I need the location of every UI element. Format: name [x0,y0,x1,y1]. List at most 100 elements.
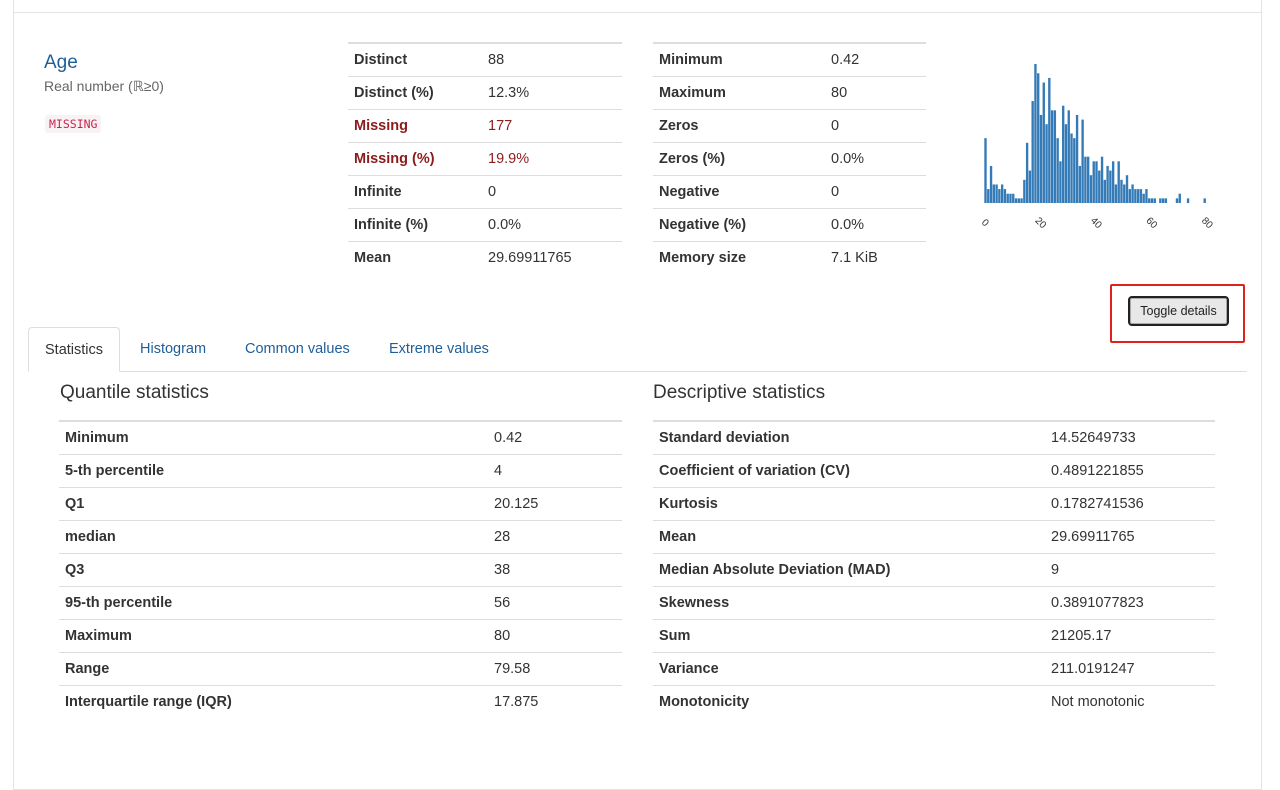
table-row: Skewness 0.3891077823 [653,585,1215,619]
histogram-bar [1031,101,1034,203]
table-row: Kurtosis 0.1782741536 [653,486,1215,520]
row-label: Median Absolute Deviation (MAD) [653,552,1045,586]
row-value: 0.0% [482,207,622,241]
histogram-bar [1053,110,1057,203]
histogram-bar [992,184,995,203]
row-value: 80 [825,75,926,109]
row-label: Infinite [348,174,482,208]
histogram-x-tick-label: 40 [1088,215,1104,231]
variable-type: Real number (ℝ≥0) [44,78,164,94]
histogram-bar [1034,64,1037,203]
histogram-bar [1123,184,1126,203]
row-label: Maximum [653,75,825,109]
histogram-bar [1037,73,1040,203]
table-row: Interquartile range (IQR) 17.875 [59,684,622,718]
row-value: 56 [488,585,622,619]
histogram-bar [984,138,987,203]
histogram-bar [1089,175,1093,203]
histogram-bar [1153,198,1156,203]
table-row: Zeros (%) 0.0% [653,141,926,175]
histogram-bar [1073,138,1076,203]
table-row: 5-th percentile 4 [59,453,622,487]
row-value: 0.0% [825,207,926,241]
tab-bar: Statistics Histogram Common values Extre… [28,327,1247,372]
row-value: 0 [825,174,926,208]
overview-table-right: Minimum 0.42 Maximum 80 Zeros 0 Zeros (%) 0.… [653,42,926,274]
histogram-bar [1039,114,1043,203]
histogram-bar [1131,184,1134,203]
variable-name[interactable]: Age [44,52,78,74]
table-row: Mean 29.69911765 [653,519,1215,553]
histogram-bar [1078,165,1082,203]
row-value: 4 [488,453,622,487]
table-row: median 28 [59,519,622,553]
table-row: Sum 21205.17 [653,618,1215,652]
missing-badge: MISSING [45,115,102,133]
histogram-bar [1042,82,1045,203]
histogram-bar [1161,198,1165,203]
descriptive-statistics-title: Descriptive statistics [653,382,826,403]
overview-table-left: Distinct 88 Distinct (%) 12.3% Missing 177 … [348,42,622,274]
table-row: Q3 38 [59,552,622,586]
histogram-bar [1139,189,1143,203]
table-row: Standard deviation 14.52649733 [653,420,1215,454]
tab-common-values[interactable]: Common values [229,327,366,372]
row-value: 19.9% [482,141,622,175]
histogram-bar [1081,119,1084,203]
row-value: 38 [488,552,622,586]
histogram-x-tick-label: 60 [1143,215,1159,231]
table-row: Maximum 80 [59,618,622,652]
row-value: 9 [1045,552,1215,586]
row-value: 12.3% [482,75,622,109]
row-label: Interquartile range (IQR) [59,684,488,718]
descriptive-body: Standard deviation 14.52649733 Coefficien… [653,420,1215,718]
row-value: 0.42 [825,42,926,76]
histogram-bar [1050,110,1054,203]
histogram-bar [1128,189,1131,203]
histogram-bar [1100,156,1104,203]
row-label: Sum [653,618,1045,652]
row-value: 80 [488,618,622,652]
row-label: median [59,519,488,553]
histogram-bar [1092,161,1095,203]
quantile-body: Minimum 0.42 5-th percentile 4 Q1 20.125 me… [59,420,622,718]
row-value: 0.42 [488,420,622,454]
row-value: 0.4891221855 [1045,453,1215,487]
histogram-bar [1014,198,1018,203]
row-label: Negative (%) [653,207,825,241]
row-value: 0.0% [825,141,926,175]
histogram-bar [1106,165,1109,203]
row-value: 177 [482,108,622,142]
histogram-bar [1067,110,1070,203]
histogram-x-ticks: 0 20 40 60 80 [979,215,1215,231]
row-label: Distinct (%) [348,75,482,109]
histogram-bar [1006,193,1009,203]
histogram-bar [1148,198,1151,203]
histogram-bar [1120,179,1123,203]
row-value: 7.1 KiB [825,240,926,274]
row-label: Monotonicity [653,684,1045,718]
histogram-bar [1075,114,1079,203]
tab-statistics[interactable]: Statistics [28,327,121,372]
table-row: Monotonicity Not monotonic [653,684,1215,718]
table-row: Infinite (%) 0.0% [348,207,622,241]
tab-histogram[interactable]: Histogram [124,327,222,372]
histogram-bar [1048,77,1051,203]
row-value: 211.0191247 [1045,651,1215,685]
table-row: Zeros 0 [653,108,926,142]
histogram-bar [1062,105,1065,203]
table-row: Infinite 0 [348,174,622,208]
tab-extreme-values[interactable]: Extreme values [373,327,505,372]
row-label: Range [59,651,488,685]
histogram-bar [1009,193,1012,203]
table-row: Memory size 7.1 KiB [653,240,926,274]
histogram-bar [989,165,993,203]
row-value: 0 [482,174,622,208]
toggle-details-button[interactable]: Toggle details [1128,296,1229,326]
histogram-x-tick-label: 80 [1199,215,1215,231]
histogram-bar [1175,198,1179,203]
histogram-bar [1084,156,1087,203]
row-value: 88 [482,42,622,76]
histogram-bar [1003,189,1007,203]
row-value: 17.875 [488,684,622,718]
